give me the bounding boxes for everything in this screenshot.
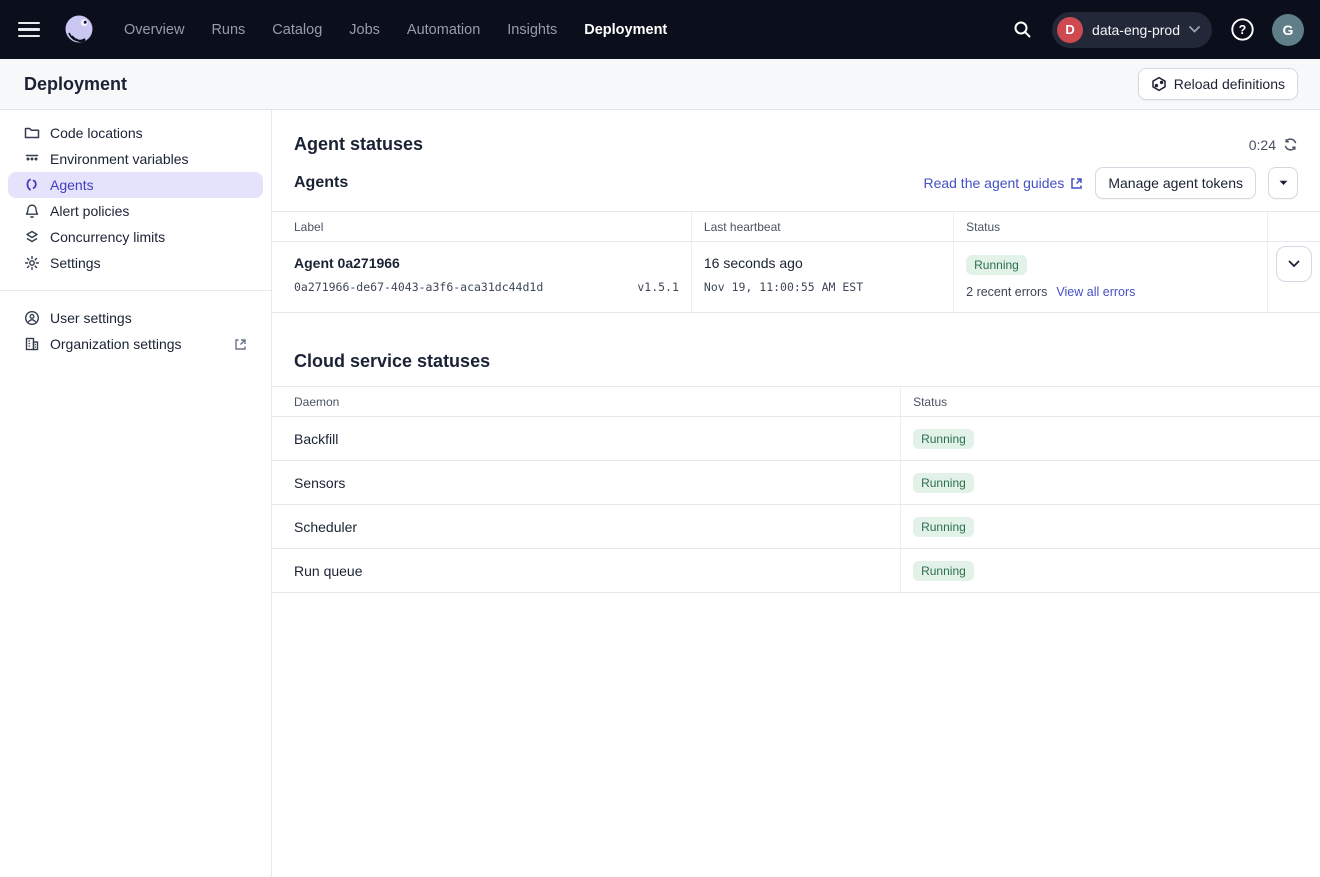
dagster-logo-icon[interactable]: [60, 11, 98, 49]
sidebar-item-label: Environment variables: [50, 151, 189, 167]
help-icon[interactable]: ?: [1225, 13, 1259, 47]
reload-definitions-button[interactable]: Reload definitions: [1138, 68, 1298, 100]
sidebar-item-label: Agents: [50, 177, 94, 193]
daemon-row: Scheduler Running: [272, 505, 1320, 549]
main-content: Agent statuses 0:24 Agents Read the agen…: [272, 110, 1320, 877]
manage-agent-tokens-button[interactable]: Manage agent tokens: [1095, 167, 1256, 199]
expand-agent-row-button[interactable]: [1276, 246, 1312, 282]
chevron-down-icon: [1288, 260, 1300, 268]
agent-version: v1.5.1: [637, 280, 679, 294]
caret-down-icon: [1279, 180, 1288, 186]
layers-icon: [24, 229, 40, 245]
recent-errors-text: 2 recent errors: [966, 285, 1047, 299]
manage-agent-tokens-label: Manage agent tokens: [1108, 175, 1243, 191]
sidebar-item-alert-policies[interactable]: Alert policies: [8, 198, 263, 224]
page-header: Deployment Reload definitions: [0, 59, 1320, 110]
heartbeat-timestamp: Nov 19, 11:00:55 AM EST: [704, 280, 941, 294]
external-link-icon: [234, 338, 247, 351]
status-badge: Running: [966, 255, 1027, 275]
sidebar-item-user-settings[interactable]: User settings: [8, 305, 263, 331]
nav-jobs[interactable]: Jobs: [349, 22, 380, 38]
sidebar-item-label: Code locations: [50, 125, 143, 141]
user-avatar[interactable]: G: [1272, 14, 1304, 46]
sidebar-item-organization-settings[interactable]: Organization settings: [8, 331, 263, 357]
sidebar-item-code-locations[interactable]: Code locations: [8, 120, 263, 146]
sidebar-item-agents[interactable]: Agents: [8, 172, 263, 198]
nav-deployment[interactable]: Deployment: [584, 22, 667, 38]
status-badge: Running: [913, 517, 974, 537]
page-title: Deployment: [24, 74, 127, 95]
agent-icon: [24, 177, 40, 193]
status-badge: Running: [913, 429, 974, 449]
cloud-service-statuses-title: Cloud service statuses: [272, 313, 1320, 386]
sidebar-item-label: Settings: [50, 255, 101, 271]
agents-table: Label Last heartbeat Status Agent 0a2719…: [272, 211, 1320, 313]
agent-name: Agent 0a271966: [294, 255, 679, 271]
daemon-row: Run queue Running: [272, 549, 1320, 593]
status-badge: Running: [913, 561, 974, 581]
cloud-service-statuses-table: Daemon Status Backfill Running Sensors R…: [272, 386, 1320, 593]
nav-runs[interactable]: Runs: [211, 22, 245, 38]
heartbeat-relative: 16 seconds ago: [704, 255, 941, 271]
nav-overview[interactable]: Overview: [124, 22, 184, 38]
menu-icon[interactable]: [14, 15, 44, 45]
agents-section-title: Agents: [294, 174, 348, 192]
column-header-heartbeat: Last heartbeat: [691, 212, 953, 242]
nav-catalog[interactable]: Catalog: [272, 22, 322, 38]
env-vars-icon: [24, 151, 40, 167]
search-icon[interactable]: [1005, 13, 1039, 47]
refresh-icon[interactable]: [1283, 137, 1298, 152]
sidebar-item-label: Alert policies: [50, 203, 129, 219]
sidebar-item-label: Organization settings: [50, 336, 182, 352]
daemon-row: Sensors Running: [272, 461, 1320, 505]
sidebar-divider: [0, 290, 271, 291]
building-icon: [24, 336, 40, 352]
column-header-status: Status: [901, 387, 1320, 417]
refresh-countdown-value: 0:24: [1249, 137, 1276, 153]
gear-icon: [24, 255, 40, 271]
reload-definitions-label: Reload definitions: [1174, 76, 1285, 92]
deployment-sidebar: Code locations Environment variables Age…: [0, 110, 272, 877]
code-location-icon: [1151, 76, 1167, 92]
column-header-actions: [1268, 212, 1320, 242]
sidebar-item-label: Concurrency limits: [50, 229, 165, 245]
nav-insights[interactable]: Insights: [507, 22, 557, 38]
primary-nav: Overview Runs Catalog Jobs Automation In…: [124, 22, 667, 38]
daemon-name: Scheduler: [272, 505, 901, 549]
agents-more-actions-button[interactable]: [1268, 167, 1298, 199]
sidebar-item-concurrency-limits[interactable]: Concurrency limits: [8, 224, 263, 250]
daemon-row: Backfill Running: [272, 417, 1320, 461]
daemon-name: Backfill: [272, 417, 901, 461]
daemon-name: Run queue: [272, 549, 901, 593]
external-link-icon: [1070, 177, 1083, 190]
refresh-countdown: 0:24: [1249, 137, 1298, 153]
deployment-selector-label: data-eng-prod: [1092, 22, 1180, 38]
column-header-daemon: Daemon: [272, 387, 901, 417]
chevron-down-icon: [1189, 26, 1200, 33]
agent-statuses-title: Agent statuses: [294, 134, 423, 155]
agent-id: 0a271966-de67-4043-a3f6-aca31dc44d1d: [294, 280, 543, 294]
nav-automation[interactable]: Automation: [407, 22, 480, 38]
user-circle-icon: [24, 310, 40, 326]
agent-guides-link-label: Read the agent guides: [923, 175, 1064, 191]
view-all-errors-link[interactable]: View all errors: [1056, 285, 1135, 299]
agent-row: Agent 0a271966 0a271966-de67-4043-a3f6-a…: [272, 242, 1320, 313]
folder-icon: [24, 125, 40, 141]
sidebar-item-settings[interactable]: Settings: [8, 250, 263, 276]
daemon-name: Sensors: [272, 461, 901, 505]
status-badge: Running: [913, 473, 974, 493]
agent-guides-link[interactable]: Read the agent guides: [923, 175, 1083, 191]
column-header-label: Label: [272, 212, 691, 242]
column-header-status: Status: [954, 212, 1268, 242]
deployment-initial-badge: D: [1057, 17, 1083, 43]
sidebar-item-label: User settings: [50, 310, 132, 326]
top-navigation: Overview Runs Catalog Jobs Automation In…: [0, 0, 1320, 59]
deployment-selector[interactable]: D data-eng-prod: [1052, 12, 1212, 48]
svg-text:?: ?: [1238, 23, 1246, 37]
bell-icon: [24, 203, 40, 219]
sidebar-item-environment-variables[interactable]: Environment variables: [8, 146, 263, 172]
